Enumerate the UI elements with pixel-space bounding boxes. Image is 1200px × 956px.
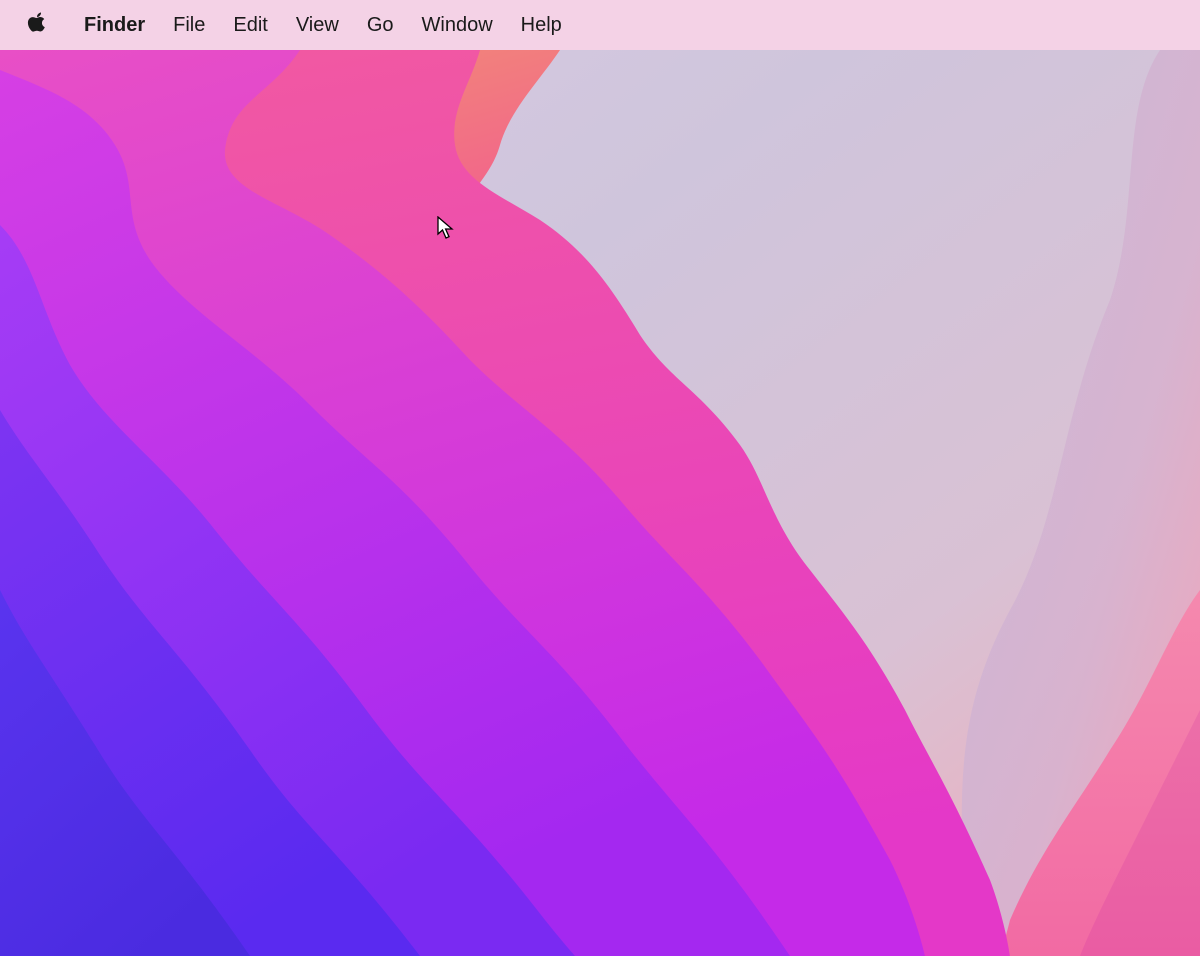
menu-edit[interactable]: Edit bbox=[219, 0, 281, 50]
apple-logo-icon bbox=[27, 11, 47, 39]
menu-help[interactable]: Help bbox=[507, 0, 576, 50]
menu-view[interactable]: View bbox=[282, 0, 353, 50]
menu-go[interactable]: Go bbox=[353, 0, 408, 50]
menubar: Finder File Edit View Go Window Help bbox=[0, 0, 1200, 50]
menu-window[interactable]: Window bbox=[408, 0, 507, 50]
menu-file[interactable]: File bbox=[159, 0, 219, 50]
apple-menu[interactable] bbox=[26, 14, 48, 36]
desktop-wallpaper bbox=[0, 50, 1200, 956]
menubar-app-name[interactable]: Finder bbox=[70, 0, 159, 50]
